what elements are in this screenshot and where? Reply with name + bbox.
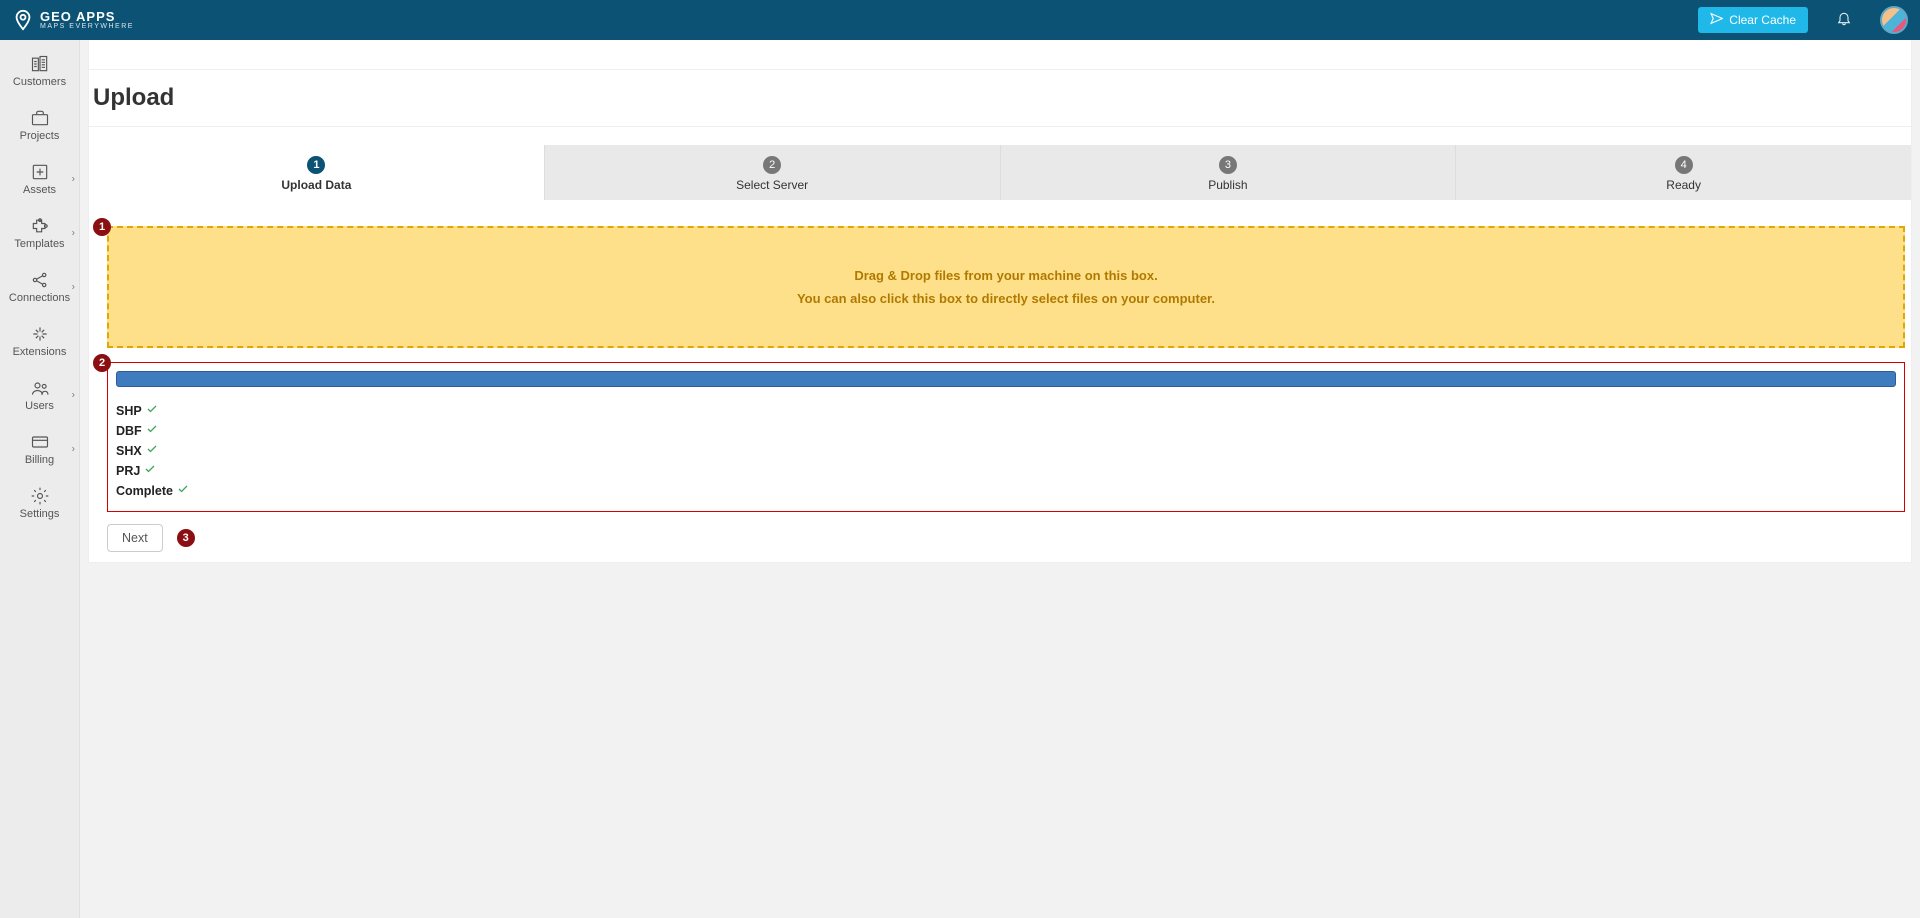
upload-status-list: SHP DBF SHX: [116, 401, 1896, 501]
callout-3: 3: [177, 529, 195, 547]
upload-progress-bar: [116, 371, 1896, 387]
step-number: 1: [307, 156, 325, 174]
check-icon: [177, 481, 189, 501]
credit-card-icon: [30, 432, 50, 452]
sidebar-item-label: Customers: [13, 76, 66, 88]
step-label: Upload Data: [89, 178, 544, 192]
sidebar-item-label: Settings: [20, 508, 60, 520]
sidebar-item-customers[interactable]: Customers: [0, 44, 79, 98]
sidebar-item-billing[interactable]: Billing ›: [0, 422, 79, 476]
step-label: Ready: [1456, 178, 1911, 192]
topbar: GEO APPS MAPS EVERYWHERE Clear Cache: [0, 0, 1920, 40]
next-label: Next: [122, 531, 148, 545]
dropzone-line2: You can also click this box to directly …: [797, 291, 1215, 306]
step-select-server[interactable]: 2 Select Server: [545, 145, 1001, 200]
sidebar-item-templates[interactable]: Templates ›: [0, 206, 79, 260]
sidebar-item-projects[interactable]: Projects: [0, 98, 79, 152]
page-title: Upload: [93, 70, 1907, 126]
brand-mark-icon: [12, 9, 34, 31]
step-number: 4: [1675, 156, 1693, 174]
sidebar-item-connections[interactable]: Connections ›: [0, 260, 79, 314]
stepper: 1 Upload Data 2 Select Server 3 Publish …: [89, 145, 1911, 200]
step-upload-data[interactable]: 1 Upload Data: [89, 145, 545, 200]
paper-plane-icon: [1710, 12, 1723, 28]
callout-2: 2: [93, 354, 111, 372]
status-name: DBF: [116, 421, 142, 441]
notifications-button[interactable]: [1836, 10, 1852, 31]
check-icon: [146, 421, 158, 441]
next-button[interactable]: Next: [107, 524, 163, 552]
share-icon: [30, 270, 50, 290]
step-number: 2: [763, 156, 781, 174]
step-number: 3: [1219, 156, 1237, 174]
brand-title: GEO APPS: [40, 10, 134, 23]
status-row: SHP: [116, 401, 1896, 421]
status-row: PRJ: [116, 461, 1896, 481]
main: Upload 1 Upload Data 2 Select Server 3 P…: [80, 40, 1920, 918]
step-label: Publish: [1001, 178, 1456, 192]
puzzle-icon: [30, 216, 50, 236]
sidebar-item-label: Projects: [20, 130, 60, 142]
briefcase-icon: [30, 108, 50, 128]
brand-subtitle: MAPS EVERYWHERE: [40, 23, 134, 30]
sidebar-item-label: Assets: [23, 184, 56, 196]
status-row: SHX: [116, 441, 1896, 461]
sidebar-item-settings[interactable]: Settings: [0, 476, 79, 530]
sidebar-item-label: Billing: [25, 454, 54, 466]
sidebar-item-label: Extensions: [13, 346, 67, 358]
sidebar-item-assets[interactable]: Assets ›: [0, 152, 79, 206]
status-name: SHP: [116, 401, 142, 421]
file-dropzone[interactable]: Drag & Drop files from your machine on t…: [107, 226, 1905, 348]
step-label: Select Server: [545, 178, 1000, 192]
dropzone-line1: Drag & Drop files from your machine on t…: [854, 268, 1157, 283]
sidebar-item-label: Templates: [14, 238, 64, 250]
buildings-icon: [30, 54, 50, 74]
chevron-right-icon: ›: [72, 174, 75, 185]
step-publish[interactable]: 3 Publish: [1001, 145, 1457, 200]
clear-cache-label: Clear Cache: [1729, 13, 1796, 27]
sidebar-item-label: Connections: [9, 292, 70, 304]
brand: GEO APPS MAPS EVERYWHERE: [12, 9, 134, 31]
sidebar-item-label: Users: [25, 400, 54, 412]
chevron-right-icon: ›: [72, 444, 75, 455]
status-row: Complete: [116, 481, 1896, 501]
sparkle-icon: [30, 324, 50, 344]
users-icon: [30, 378, 50, 398]
check-icon: [144, 461, 156, 481]
step-ready[interactable]: 4 Ready: [1456, 145, 1911, 200]
check-icon: [146, 401, 158, 421]
clear-cache-button[interactable]: Clear Cache: [1698, 7, 1808, 33]
sidebar-item-users[interactable]: Users ›: [0, 368, 79, 422]
chevron-right-icon: ›: [72, 228, 75, 239]
sidebar-item-extensions[interactable]: Extensions: [0, 314, 79, 368]
upload-progress-panel: SHP DBF SHX: [107, 362, 1905, 512]
chevron-right-icon: ›: [72, 390, 75, 401]
status-name: PRJ: [116, 461, 140, 481]
sidebar: Customers Projects Assets › Templates › …: [0, 40, 80, 918]
plus-square-icon: [30, 162, 50, 182]
gear-icon: [30, 486, 50, 506]
check-icon: [146, 441, 158, 461]
status-row: DBF: [116, 421, 1896, 441]
callout-1: 1: [93, 218, 111, 236]
status-name: Complete: [116, 481, 173, 501]
avatar[interactable]: [1880, 6, 1908, 34]
chevron-right-icon: ›: [72, 282, 75, 293]
status-name: SHX: [116, 441, 142, 461]
